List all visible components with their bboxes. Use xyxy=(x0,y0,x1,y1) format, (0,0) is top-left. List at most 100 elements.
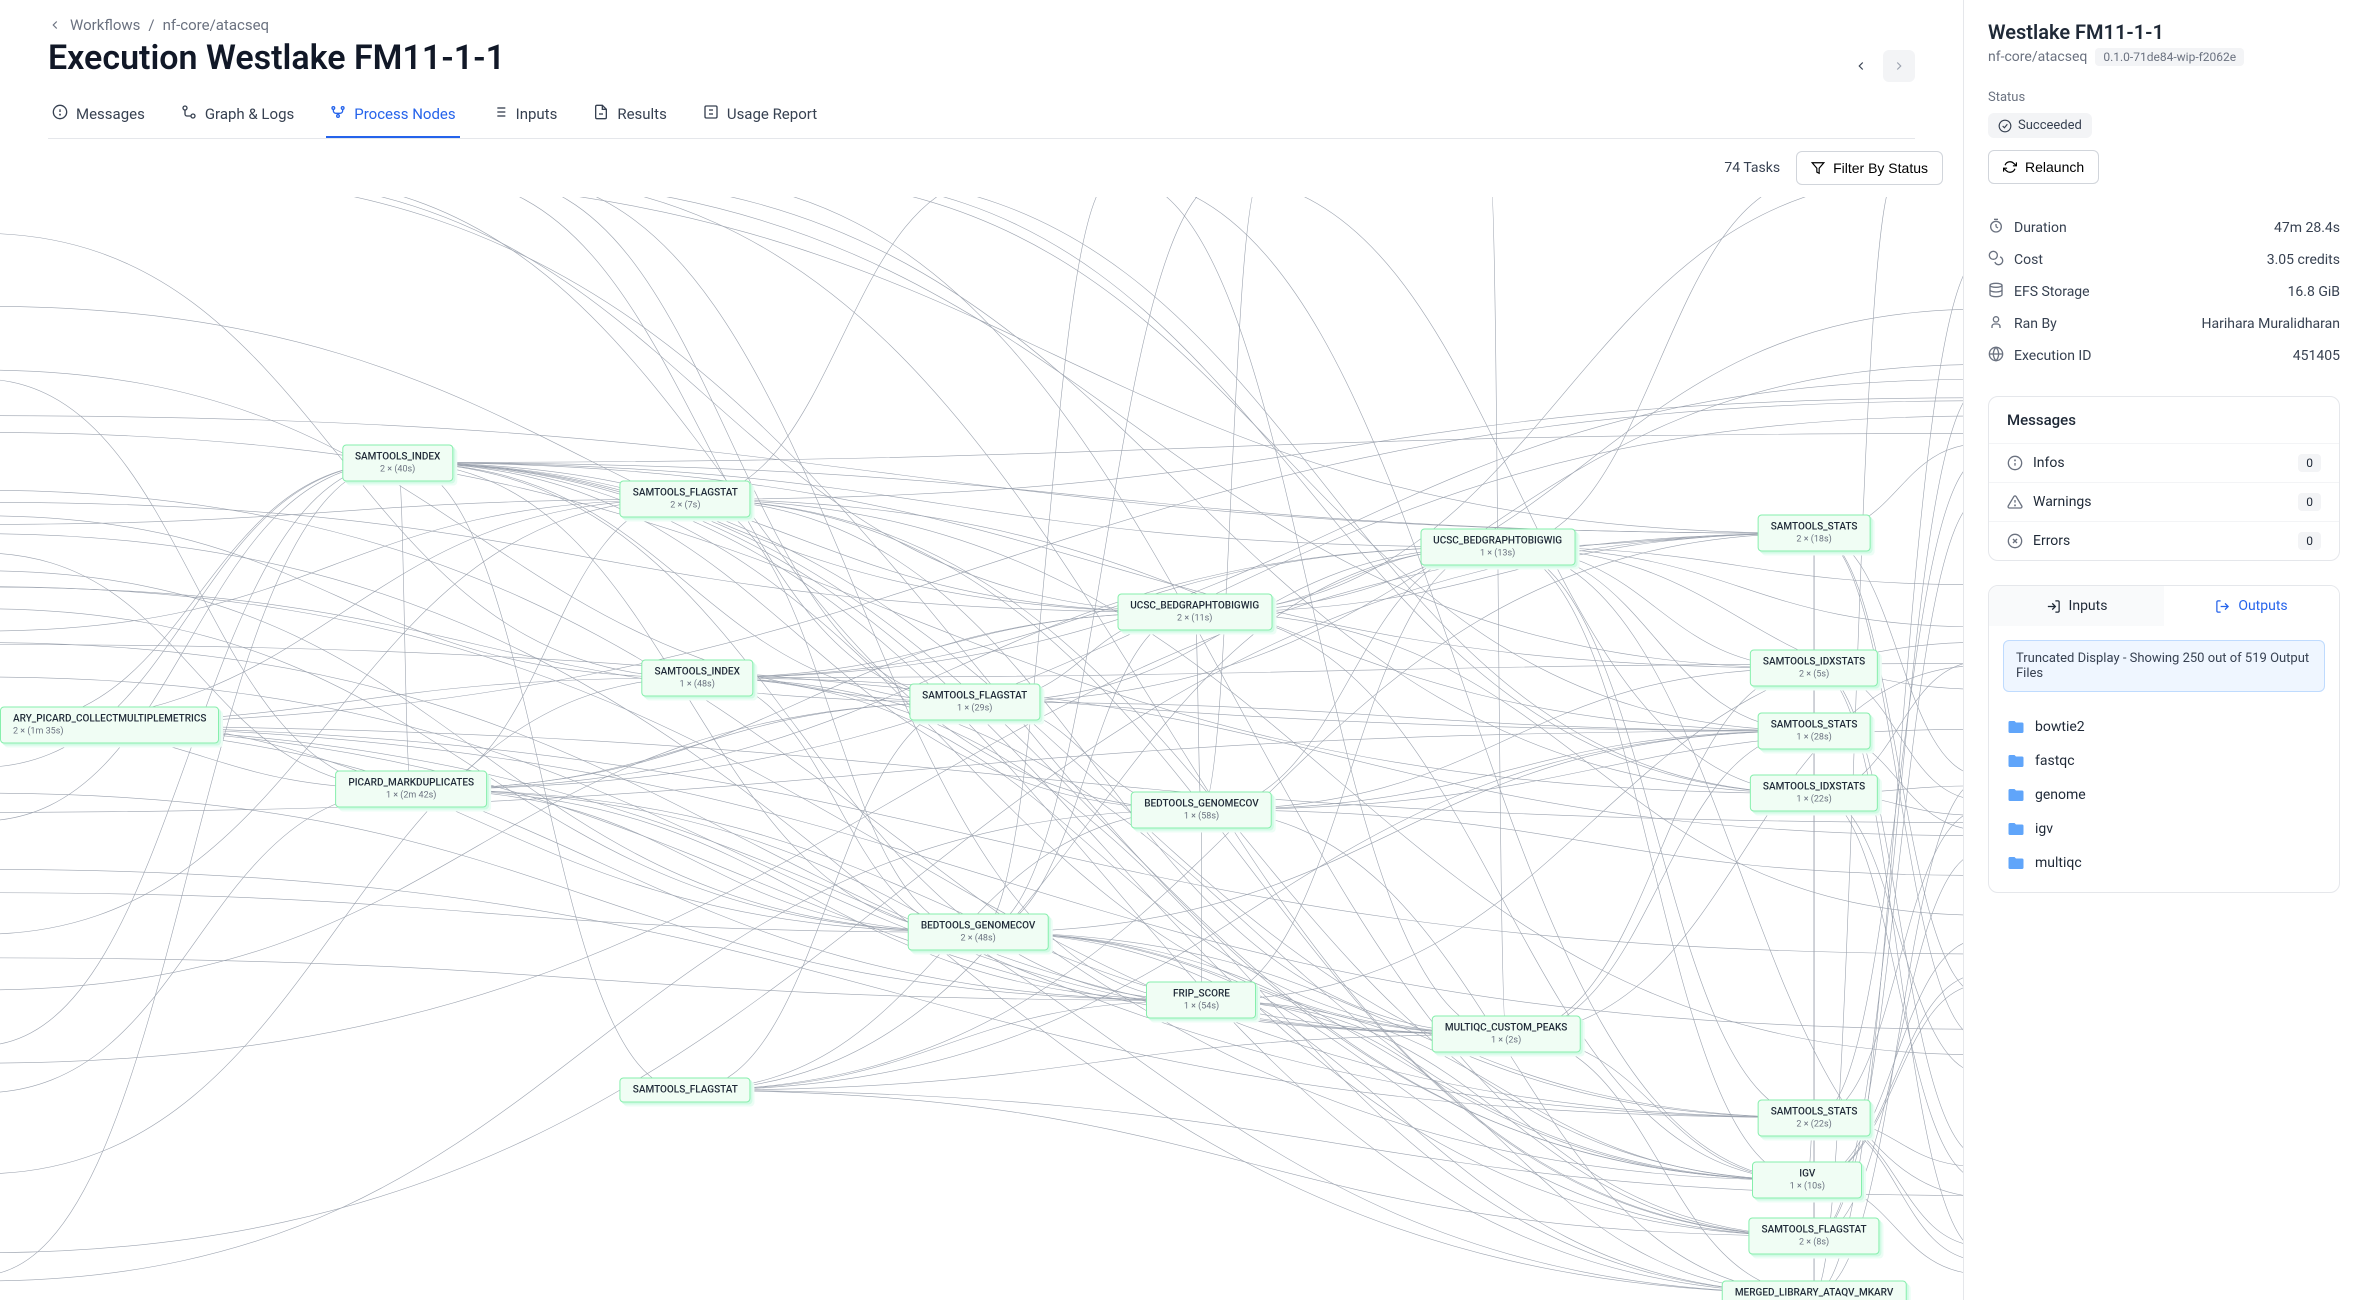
filter-icon xyxy=(1811,161,1825,175)
tab-icon xyxy=(181,104,197,124)
outputs-tab[interactable]: Outputs xyxy=(2164,586,2339,626)
process-node[interactable]: SAMTOOLS_STATS 1 × (28s) xyxy=(1758,712,1871,749)
folder-igv[interactable]: igv xyxy=(1997,812,2331,846)
folder-multiqc[interactable]: multiqc xyxy=(1997,846,2331,880)
node-name: SAMTOOLS_INDEX xyxy=(655,666,740,677)
prev-button[interactable] xyxy=(1845,50,1877,82)
node-name: ARY_PICARD_COLLECTMULTIPLEMETRICS xyxy=(13,714,206,725)
process-node[interactable]: SAMTOOLS_IDXSTATS 1 × (22s) xyxy=(1750,775,1878,812)
version-badge: 0.1.0-71de84-wip-f2062e xyxy=(2095,48,2244,66)
node-meta: 1 × (28s) xyxy=(1771,732,1858,742)
tab-icon xyxy=(330,104,346,124)
process-node[interactable]: SAMTOOLS_INDEX 2 × (40s) xyxy=(342,444,453,481)
meta-row-efs-storage: EFS Storage16.8 GiB xyxy=(1988,276,2340,308)
warn-icon xyxy=(2007,494,2023,510)
node-name: SAMTOOLS_IDXSTATS xyxy=(1763,657,1865,668)
process-node[interactable]: SAMTOOLS_FLAGSTAT2 × (8s) xyxy=(1749,1217,1880,1254)
process-node[interactable]: SAMTOOLS_IDXSTATS 2 × (5s) xyxy=(1750,650,1878,687)
tabs: Messages Graph & Logs Process Nodes Inputs R… xyxy=(48,94,1915,139)
globe-icon xyxy=(1988,346,2004,366)
folder-bowtie2[interactable]: bowtie2 xyxy=(1997,710,2331,744)
node-name: SAMTOOLS_STATS xyxy=(1771,1106,1858,1117)
node-meta: 2 × (40s) xyxy=(355,464,440,474)
process-node[interactable]: SAMTOOLS_INDEX1 × (48s) xyxy=(642,659,753,696)
process-node[interactable]: SAMTOOLS_FLAGSTAT 2 × (7s) xyxy=(620,481,751,518)
details-sidebar: Westlake FM11-1-1 nf-core/atacseq 0.1.0-… xyxy=(1964,0,2364,1300)
io-panel: Inputs Outputs Truncated Display - Showi… xyxy=(1988,585,2340,893)
tab-inputs[interactable]: Inputs xyxy=(488,94,562,138)
process-node[interactable]: IGV1 × (10s) xyxy=(1752,1162,1862,1199)
inputs-tab[interactable]: Inputs xyxy=(1989,586,2164,626)
tab-icon xyxy=(593,104,609,124)
node-name: MERGED_LIBRARY_ATAQV_MKARV xyxy=(1735,1288,1894,1299)
node-meta: 1 × (22s) xyxy=(1763,795,1865,805)
node-meta: 1 × (2m 42s) xyxy=(348,791,474,801)
process-node[interactable]: MERGED_LIBRARY_ATAQV_MKARV xyxy=(1722,1281,1907,1300)
process-node[interactable]: UCSC_BEDGRAPHTOBIGWIG 2 × (11s) xyxy=(1117,594,1272,631)
node-meta: 2 × (8s) xyxy=(1762,1237,1867,1247)
process-node[interactable]: UCSC_BEDGRAPHTOBIGWIG1 × (13s) xyxy=(1420,528,1575,565)
tab-usage-report[interactable]: Usage Report xyxy=(699,94,821,138)
node-name: BEDTOOLS_GENOMECOV xyxy=(1144,798,1259,809)
process-node[interactable]: BEDTOOLS_GENOMECOV1 × (58s) xyxy=(1131,791,1272,828)
error-icon xyxy=(2007,533,2023,549)
user-icon xyxy=(1988,314,2004,334)
folder-icon xyxy=(2007,752,2025,770)
node-meta: 2 × (5s) xyxy=(1763,670,1865,680)
process-node[interactable]: SAMTOOLS_STATS2 × (18s) xyxy=(1758,515,1871,552)
node-name: SAMTOOLS_IDXSTATS xyxy=(1763,782,1865,793)
breadcrumb[interactable]: Workflows / nf-core/atacseq xyxy=(48,16,1915,34)
count-badge: 0 xyxy=(2298,532,2321,550)
process-graph-canvas[interactable]: ARY_PICARD_COLLECTMULTIPLEMETRICS 2 × (1m… xyxy=(0,197,1963,1300)
tab-results[interactable]: Results xyxy=(589,94,671,138)
meta-row-cost: Cost3.05 credits xyxy=(1988,244,2340,276)
process-node[interactable]: ARY_PICARD_COLLECTMULTIPLEMETRICS 2 × (1m… xyxy=(0,707,219,744)
tab-messages[interactable]: Messages xyxy=(48,94,149,138)
message-row-warnings[interactable]: Warnings0 xyxy=(1989,482,2339,521)
status-badge: Succeeded xyxy=(1988,113,2092,138)
breadcrumb-root[interactable]: Workflows xyxy=(70,16,140,34)
node-name: MULTIQC_CUSTOM_PEAKS xyxy=(1445,1023,1568,1034)
node-meta: 2 × (1m 35s) xyxy=(13,727,206,737)
node-meta: 2 × (22s) xyxy=(1771,1119,1858,1129)
process-node[interactable]: PICARD_MARKDUPLICATES1 × (2m 42s) xyxy=(335,771,487,808)
node-meta: 2 × (7s) xyxy=(633,501,738,511)
node-meta: 2 × (18s) xyxy=(1771,535,1858,545)
process-node[interactable]: SAMTOOLS_FLAGSTAT1 × (29s) xyxy=(909,684,1040,721)
folder-icon xyxy=(2007,854,2025,872)
db-icon xyxy=(1988,282,2004,302)
outputs-icon xyxy=(2215,599,2230,614)
message-row-infos[interactable]: Infos0 xyxy=(1989,444,2339,482)
node-meta: 1 × (10s) xyxy=(1765,1182,1849,1192)
filter-by-status-button[interactable]: Filter By Status xyxy=(1796,151,1943,185)
node-meta: 2 × (11s) xyxy=(1130,614,1259,624)
process-node[interactable]: MULTIQC_CUSTOM_PEAKS1 × (2s) xyxy=(1432,1016,1581,1053)
process-node[interactable]: FRIP_SCORE1 × (54s) xyxy=(1146,982,1256,1019)
folder-icon xyxy=(2007,820,2025,838)
timer-icon xyxy=(1988,218,2004,238)
tab-graph-logs[interactable]: Graph & Logs xyxy=(177,94,298,138)
node-meta: 1 × (29s) xyxy=(922,704,1027,714)
node-meta: 2 × (48s) xyxy=(921,934,1036,944)
node-name: SAMTOOLS_FLAGSTAT xyxy=(633,1085,738,1096)
node-name: UCSC_BEDGRAPHTOBIGWIG xyxy=(1433,535,1562,546)
process-node[interactable]: SAMTOOLS_FLAGSTAT xyxy=(620,1078,751,1103)
folder-genome[interactable]: genome xyxy=(1997,778,2331,812)
page-title: Execution Westlake FM11-1-1 xyxy=(48,38,505,78)
tab-process-nodes[interactable]: Process Nodes xyxy=(326,94,459,138)
next-button[interactable] xyxy=(1883,50,1915,82)
workflow-name[interactable]: nf-core/atacseq xyxy=(1988,49,2087,65)
message-row-errors[interactable]: Errors0 xyxy=(1989,521,2339,560)
relaunch-button[interactable]: Relaunch xyxy=(1988,150,2099,184)
breadcrumb-workflow[interactable]: nf-core/atacseq xyxy=(163,16,269,34)
meta-row-duration: Duration47m 28.4s xyxy=(1988,212,2340,244)
node-name: SAMTOOLS_FLAGSTAT xyxy=(633,488,738,499)
tab-icon xyxy=(492,104,508,124)
node-name: UCSC_BEDGRAPHTOBIGWIG xyxy=(1130,601,1259,612)
folder-fastqc[interactable]: fastqc xyxy=(1997,744,2331,778)
process-node[interactable]: BEDTOOLS_GENOMECOV2 × (48s) xyxy=(908,914,1049,951)
process-node[interactable]: SAMTOOLS_STATS 2 × (22s) xyxy=(1758,1099,1871,1136)
node-name: SAMTOOLS_INDEX xyxy=(355,451,440,462)
node-name: SAMTOOLS_STATS xyxy=(1771,719,1858,730)
tab-icon xyxy=(703,104,719,124)
